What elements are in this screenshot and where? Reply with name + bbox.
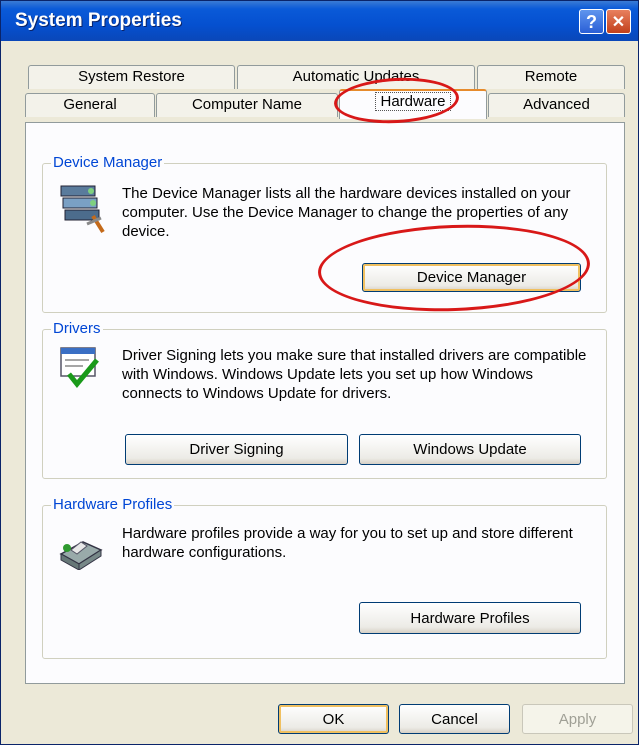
hardware-profiles-icon: [59, 541, 103, 570]
tab-advanced[interactable]: Advanced: [488, 93, 625, 117]
hardware-profiles-group: Hardware Profiles Hardware profiles prov…: [42, 496, 607, 659]
system-properties-window: System Properties ? ✕ System Restore Aut…: [0, 0, 639, 745]
close-icon: ✕: [611, 14, 626, 31]
tab-computer-name[interactable]: Computer Name: [156, 93, 338, 117]
drivers-group: Drivers Driver Signing lets you make sur…: [42, 320, 607, 479]
drivers-group-label: Drivers: [51, 320, 103, 337]
apply-button[interactable]: Apply: [522, 704, 633, 734]
tab-remote[interactable]: Remote: [477, 65, 625, 89]
hardware-profiles-button[interactable]: Hardware Profiles: [359, 602, 581, 634]
hardware-profiles-group-label: Hardware Profiles: [51, 496, 175, 513]
window-title: System Properties: [15, 10, 182, 31]
hardware-profiles-description: Hardware profiles provide a way for you …: [122, 525, 573, 561]
drivers-description: Driver Signing lets you make sure that i…: [122, 347, 587, 402]
tab-hardware[interactable]: Hardware: [339, 89, 487, 119]
device-manager-icon: [60, 185, 105, 234]
close-button[interactable]: ✕: [606, 9, 631, 34]
driver-signing-icon: [60, 347, 99, 388]
tab-automatic-updates[interactable]: Automatic Updates: [237, 65, 475, 89]
help-icon: ?: [586, 12, 597, 32]
windows-update-button[interactable]: Windows Update: [359, 434, 581, 465]
driver-signing-button[interactable]: Driver Signing: [125, 434, 348, 465]
device-manager-description: The Device Manager lists all the hardwar…: [122, 185, 571, 240]
hardware-tab-panel: Device Manager The Device Manager lists …: [25, 122, 625, 684]
title-bar[interactable]: System Properties ? ✕: [1, 1, 638, 41]
tab-hardware-label: Hardware: [375, 92, 451, 111]
device-manager-group-label: Device Manager: [51, 154, 165, 171]
ok-button[interactable]: OK: [278, 704, 389, 734]
tab-system-restore[interactable]: System Restore: [28, 65, 235, 89]
device-manager-button[interactable]: Device Manager: [362, 263, 581, 292]
device-manager-group: Device Manager The Device Manager lists …: [42, 154, 607, 313]
help-button[interactable]: ?: [579, 9, 604, 34]
cancel-button[interactable]: Cancel: [399, 704, 510, 734]
tab-general[interactable]: General: [25, 93, 155, 117]
